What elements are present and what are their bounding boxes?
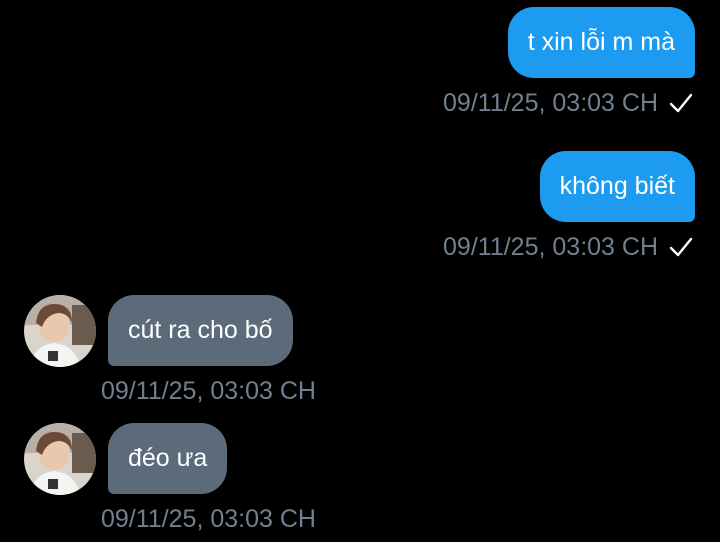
- message-meta: 09/11/25, 03:03 CH: [443, 232, 694, 262]
- message-timestamp: 09/11/25, 03:03 CH: [101, 505, 316, 533]
- checkmark-icon: [668, 90, 694, 116]
- message-timestamp: 09/11/25, 03:03 CH: [101, 377, 316, 405]
- user-avatar[interactable]: [24, 423, 96, 495]
- message-thread: t xin lỗi m mà 09/11/25, 03:03 CH không …: [0, 0, 720, 542]
- outgoing-message-bubble[interactable]: không biết: [539, 151, 695, 222]
- message-text: t xin lỗi m mà: [527, 28, 675, 56]
- outgoing-message-bubble[interactable]: t xin lỗi m mà: [507, 7, 695, 78]
- message-text: không biết: [559, 172, 675, 200]
- user-avatar[interactable]: [24, 295, 96, 367]
- checkmark-icon: [668, 234, 694, 260]
- message-timestamp: 09/11/25, 03:03 CH: [443, 233, 658, 261]
- incoming-message-bubble[interactable]: đéo ưa: [108, 423, 228, 494]
- message-timestamp: 09/11/25, 03:03 CH: [443, 89, 658, 117]
- incoming-message-bubble[interactable]: cút ra cho bố: [108, 295, 293, 366]
- message-meta: 09/11/25, 03:03 CH: [443, 88, 694, 118]
- message-text: đéo ưa: [128, 444, 208, 472]
- message-text: cút ra cho bố: [128, 316, 273, 344]
